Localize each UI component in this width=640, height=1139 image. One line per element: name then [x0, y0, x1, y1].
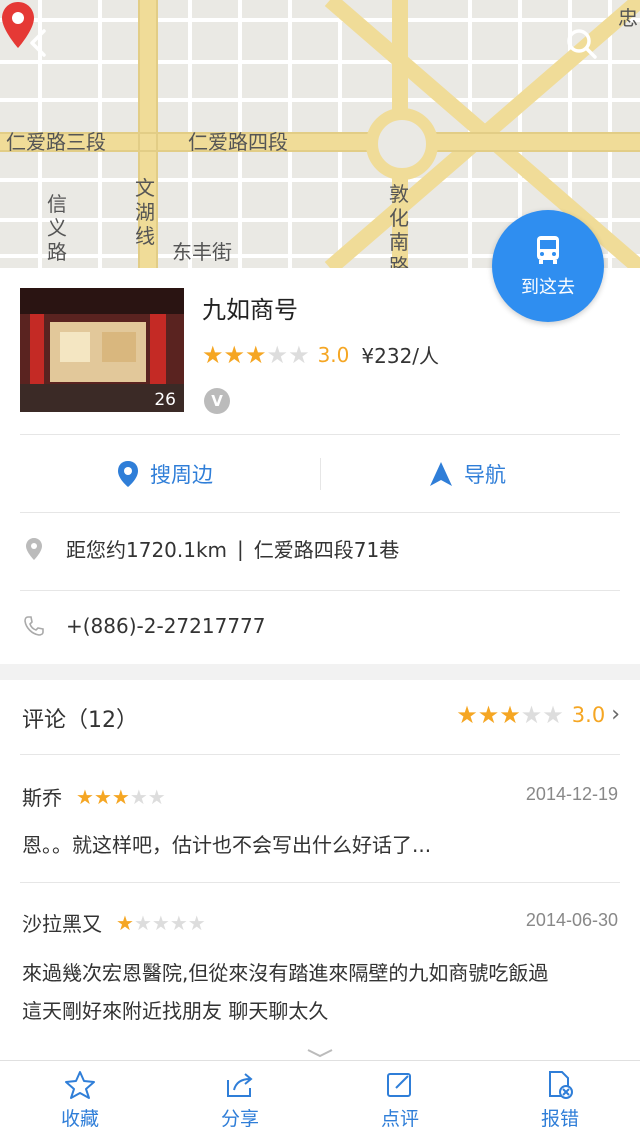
reviewer-name: 沙拉黑又	[22, 912, 102, 936]
star-filled-icon: ★	[76, 784, 94, 809]
divider	[20, 512, 620, 513]
rating-value: 3.0	[317, 342, 350, 367]
review-item[interactable]: 沙拉黑又 ★ ★ ★ ★ ★ 2014-06-30 來過幾次宏恩醫院,但從來沒有踏進來隔…	[0, 908, 640, 1058]
star-empty-icon: ★	[520, 700, 543, 729]
search-nearby-label: 搜周边	[150, 463, 213, 487]
bus-icon	[537, 236, 559, 264]
star-filled-icon: ★	[111, 784, 130, 809]
star-outline-icon	[65, 1070, 95, 1099]
review-button[interactable]: 点评	[320, 1061, 480, 1139]
poi-rating: ★ ★ ★ ★ ★ 3.0 ¥232/人	[202, 340, 439, 369]
phone-number: +(886)-2-27217777	[66, 614, 266, 638]
road-label: 信义路三	[47, 192, 67, 268]
poi-photo[interactable]: 26	[20, 288, 184, 412]
navigate-button[interactable]: 导航	[428, 454, 506, 494]
star-filled-icon: ★	[202, 340, 224, 369]
divider	[20, 590, 620, 591]
chevron-right-icon: ›	[611, 702, 620, 727]
star-empty-icon: ★	[288, 340, 310, 369]
divider	[20, 434, 620, 435]
poi-info-card: 26 九如商号 ★ ★ ★ ★ ★ 3.0 ¥232/人 V 搜周边 导航 距您约172…	[0, 268, 640, 664]
navigation-arrow-icon	[430, 462, 452, 486]
go-here-label: 到这去	[521, 277, 575, 298]
reviews-section: 评论（12） ★ ★ ★ ★ ★ 3.0 › 斯乔 ★ ★ ★ ★ ★ 2014-12-19 恩…	[0, 680, 640, 1060]
address-text: 仁爱路四段71巷	[253, 538, 400, 562]
divider	[20, 882, 620, 883]
search-icon	[567, 29, 597, 59]
divider	[20, 754, 620, 755]
share-button[interactable]: 分享	[160, 1061, 320, 1139]
star-filled-icon: ★	[93, 784, 112, 809]
star-empty-icon: ★	[129, 784, 148, 809]
road-label: 文湖线	[135, 176, 155, 248]
separator: |	[237, 536, 244, 561]
rating-value: 3.0	[571, 702, 606, 727]
favorite-label: 收藏	[60, 1107, 99, 1130]
review-stars: ★ ★ ★ ★ ★	[116, 911, 206, 935]
reviews-title: 评论（12）	[22, 708, 138, 733]
review-stars: ★ ★ ★ ★ ★	[76, 785, 166, 809]
star-empty-icon: ★	[151, 910, 170, 935]
back-arrow-icon	[30, 29, 46, 57]
road-label: 东丰街	[172, 240, 232, 264]
road-label: 仁爱路三段	[6, 130, 106, 154]
review-date: 2014-12-19	[525, 784, 618, 804]
rating-stars: ★ ★ ★ ★ ★	[456, 703, 564, 727]
verified-badge-icon: V	[204, 388, 230, 414]
report-error-icon	[549, 1070, 573, 1099]
edit-icon	[387, 1072, 411, 1097]
star-empty-icon: ★	[169, 910, 188, 935]
report-error-label: 报错	[540, 1107, 579, 1130]
review-label: 点评	[380, 1107, 419, 1130]
star-filled-icon: ★	[245, 340, 267, 369]
report-error-button[interactable]: 报错	[480, 1061, 640, 1139]
reviews-summary-link[interactable]: ★ ★ ★ ★ ★ 3.0 ›	[456, 702, 620, 727]
reviewer: 斯乔 ★ ★ ★ ★ ★	[22, 782, 166, 811]
divider	[320, 458, 321, 490]
search-button[interactable]	[566, 28, 610, 72]
poi-title: 九如商号	[202, 296, 298, 324]
location-icon	[26, 537, 42, 560]
road-label: 敦化南路	[389, 182, 409, 268]
bottom-toolbar: 收藏 分享 点评 报错	[0, 1060, 640, 1139]
review-text-line: 來過幾次宏恩醫院,但從來沒有踏進來隔壁的九如商號吃飯過	[22, 961, 549, 985]
star-filled-icon: ★	[499, 700, 521, 729]
expand-chevron-icon[interactable]	[306, 1048, 334, 1058]
star-empty-icon: ★	[187, 910, 206, 935]
review-item[interactable]: 斯乔 ★ ★ ★ ★ ★ 2014-12-19 恩。。就这样吧，估计也不会写出什么好话了…	[0, 782, 640, 882]
reviewer-name: 斯乔	[22, 786, 62, 810]
reviewer: 沙拉黑又 ★ ★ ★ ★ ★	[22, 908, 206, 937]
star-filled-icon: ★	[116, 910, 134, 935]
review-text: 恩。。就这样吧，估计也不会写出什么好话了...	[22, 833, 432, 857]
location-pin-icon	[118, 461, 138, 487]
distance-text: 距您约1720.1km	[66, 538, 228, 562]
star-empty-icon: ★	[266, 340, 289, 369]
star-filled-icon: ★	[223, 340, 246, 369]
road-label: 仁爱路四段	[188, 130, 288, 154]
price-per-person: ¥232/人	[361, 344, 440, 368]
star-empty-icon: ★	[133, 910, 152, 935]
star-empty-icon: ★	[147, 784, 166, 809]
share-icon	[227, 1072, 253, 1097]
phone-row[interactable]: +(886)-2-27217777	[22, 614, 266, 638]
review-date: 2014-06-30	[525, 910, 618, 930]
road-label: 忠	[618, 6, 638, 30]
favorite-button[interactable]: 收藏	[0, 1061, 160, 1139]
star-empty-icon: ★	[542, 700, 564, 729]
photo-count: 26	[154, 390, 176, 410]
search-nearby-button[interactable]: 搜周边	[116, 454, 213, 494]
navigate-label: 导航	[464, 463, 506, 487]
phone-icon	[24, 616, 44, 636]
rating-stars: ★ ★ ★ ★ ★	[202, 343, 310, 367]
address-row[interactable]: 距您约1720.1km | 仁爱路四段71巷	[22, 534, 399, 563]
back-button[interactable]	[28, 28, 72, 72]
star-filled-icon: ★	[456, 700, 478, 729]
share-label: 分享	[220, 1107, 259, 1130]
review-text-line: 這天剛好來附近找朋友 聊天聊太久	[22, 999, 329, 1023]
go-here-button[interactable]: 到这去	[492, 210, 604, 322]
star-filled-icon: ★	[477, 700, 500, 729]
